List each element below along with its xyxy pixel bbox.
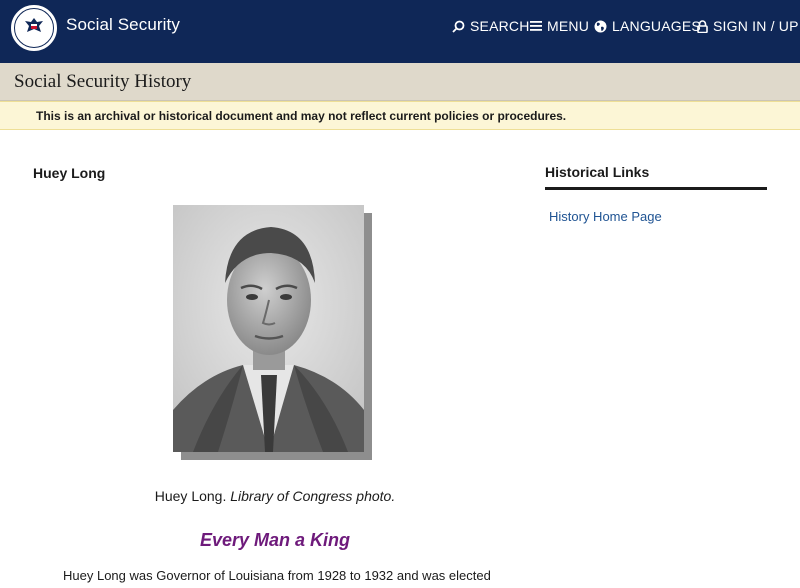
photo-caption: Huey Long. Library of Congress photo.: [0, 488, 550, 504]
lock-icon: [697, 19, 708, 33]
archival-notice: This is an archival or historical docume…: [0, 101, 800, 130]
sidebar-title: Historical Links: [545, 164, 650, 180]
search-icon: [452, 20, 465, 33]
site-brand[interactable]: Social Security: [66, 15, 180, 35]
history-banner-title[interactable]: Social Security History: [14, 71, 191, 93]
nav-menu-label: MENU: [547, 18, 590, 34]
nav-languages-button[interactable]: LANGUAGES: [594, 17, 701, 35]
nav-sign-in-label: SIGN IN / UP: [713, 18, 799, 34]
body-paragraph: Huey Long was Governor of Louisiana from…: [63, 568, 491, 583]
nav-search-button[interactable]: SEARCH: [452, 17, 530, 35]
nav-menu-button[interactable]: MENU: [530, 17, 589, 35]
history-banner: Social Security History: [0, 63, 800, 101]
page-title: Huey Long: [33, 165, 106, 181]
nav-search-label: SEARCH: [470, 18, 530, 34]
photo-caption-credit: Library of Congress photo.: [230, 488, 396, 504]
section-heading-quote: Every Man a King: [199, 530, 351, 550]
globe-icon: [594, 20, 607, 32]
menu-icon: [530, 21, 542, 31]
portrait-drawing: [173, 205, 364, 452]
history-home-link[interactable]: History Home Page: [549, 209, 662, 224]
sidebar-divider: [545, 187, 767, 190]
eagle-icon: [25, 18, 43, 32]
nav-languages-label: LANGUAGES: [612, 18, 701, 34]
archival-notice-text: This is an archival or historical docume…: [36, 109, 567, 123]
nav-sign-in-button[interactable]: SIGN IN / UP: [697, 17, 799, 35]
ssa-seal-logo[interactable]: [9, 3, 59, 53]
photo-caption-name: Huey Long.: [154, 488, 231, 504]
huey-long-portrait: [173, 205, 364, 452]
site-header: Social Security SEARCH MENU LANGUAGES SI…: [0, 0, 800, 63]
